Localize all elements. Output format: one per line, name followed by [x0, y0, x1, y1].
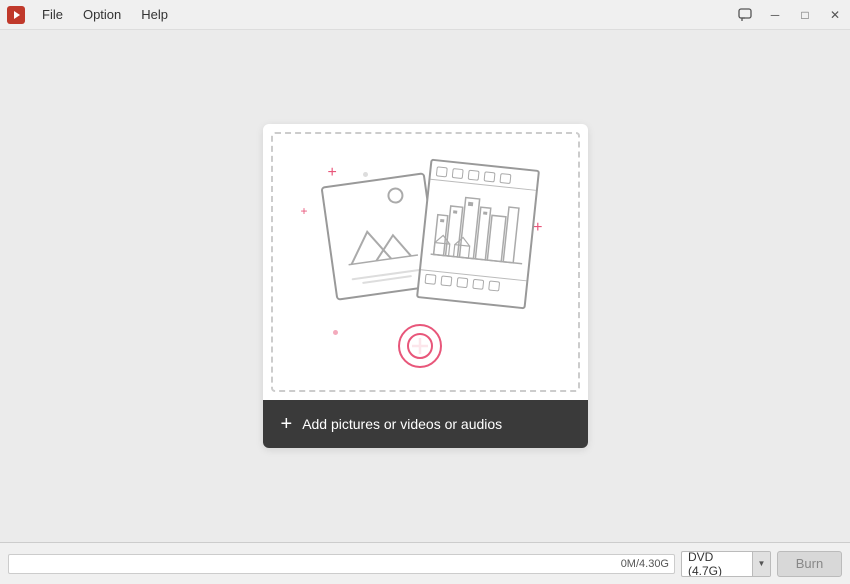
add-media-label: Add pictures or videos or audios — [302, 416, 502, 432]
film-card — [415, 159, 539, 310]
menu-option[interactable]: Option — [73, 3, 131, 26]
menu-file[interactable]: File — [32, 3, 73, 26]
burn-button[interactable]: Burn — [777, 551, 842, 577]
add-plus-icon: + — [281, 414, 293, 434]
main-content: + + + — [0, 30, 850, 542]
dvd-label: DVD (4.7G) — [682, 551, 752, 577]
dvd-selector[interactable]: DVD (4.7G) ▼ — [681, 551, 771, 577]
menu-help[interactable]: Help — [131, 3, 178, 26]
drop-zone[interactable]: + + + — [263, 124, 588, 448]
close-button[interactable]: ✕ — [820, 0, 850, 30]
progress-bar-fill — [9, 555, 674, 573]
progress-bar — [8, 554, 675, 574]
app-logo — [6, 5, 26, 25]
chat-button[interactable] — [730, 0, 760, 30]
add-media-bar[interactable]: + Add pictures or videos or audios — [263, 400, 588, 448]
window-controls: ─ □ ✕ — [730, 0, 850, 30]
storage-usage-label: 0M/4.30G — [621, 558, 669, 570]
add-media-circle[interactable] — [398, 324, 442, 368]
drop-zone-inner: + + + — [271, 132, 580, 392]
deco-dot-1 — [363, 172, 368, 177]
deco-plus-2: + — [301, 204, 308, 218]
deco-plus-1: + — [328, 164, 337, 182]
progress-wrapper: 0M/4.30G — [8, 554, 675, 574]
deco-dot-3 — [333, 330, 338, 335]
dvd-dropdown-arrow[interactable]: ▼ — [752, 551, 770, 577]
maximize-button[interactable]: □ — [790, 0, 820, 30]
menu-bar: File Option Help — [32, 3, 178, 26]
titlebar: File Option Help ─ □ ✕ — [0, 0, 850, 30]
bottom-bar: 0M/4.30G DVD (4.7G) ▼ Burn — [0, 542, 850, 584]
minimize-button[interactable]: ─ — [760, 0, 790, 30]
